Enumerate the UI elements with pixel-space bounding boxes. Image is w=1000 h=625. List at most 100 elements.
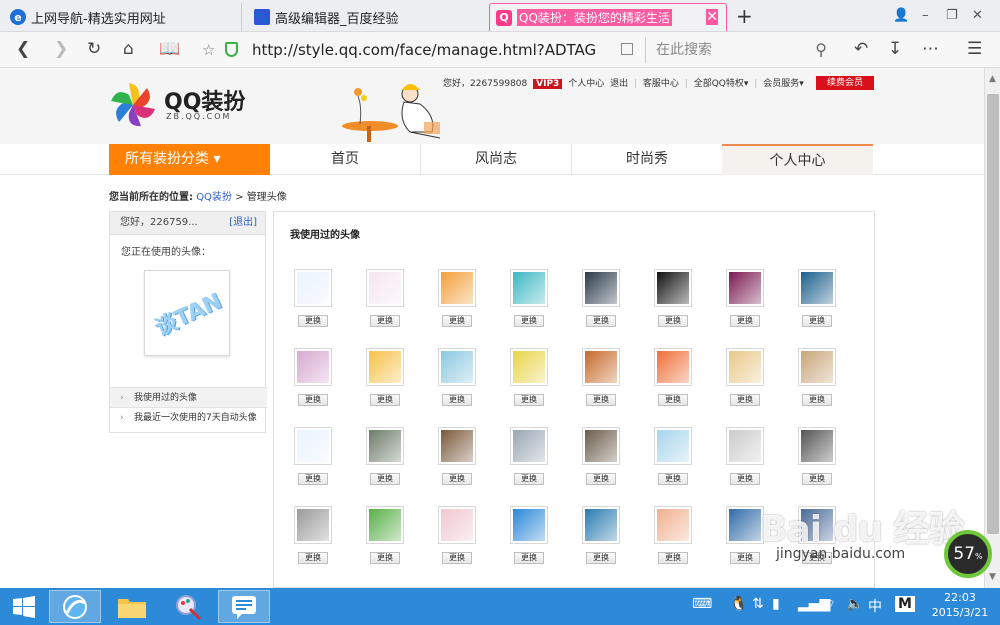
change-avatar-button[interactable]: 更换 — [802, 473, 832, 485]
new-tab-button[interactable]: + — [736, 4, 753, 28]
change-avatar-button[interactable]: 更换 — [370, 315, 400, 327]
windows-start-icon[interactable] — [0, 590, 48, 623]
reading-icon[interactable]: 📖 — [159, 40, 180, 58]
change-avatar-button[interactable]: 更换 — [442, 552, 472, 564]
user-icon[interactable]: 👤 — [893, 8, 909, 23]
breadcrumb-label: 您当前所在的位置: — [109, 192, 193, 203]
browser-icon[interactable] — [49, 590, 101, 623]
link-logout[interactable]: 退出 — [610, 79, 628, 89]
change-avatar-button[interactable]: 更换 — [586, 552, 616, 564]
change-avatar-button[interactable]: 更换 — [658, 552, 688, 564]
change-avatar-button[interactable]: 更换 — [514, 552, 544, 564]
change-avatar-button[interactable]: 更换 — [370, 394, 400, 406]
change-avatar-button[interactable]: 更换 — [730, 315, 760, 327]
nav-fashion-show[interactable]: 时尚秀 — [571, 144, 722, 175]
change-avatar-button[interactable]: 更换 — [730, 552, 760, 564]
ime-indicator[interactable]: 中 — [868, 596, 882, 616]
tab-hao-nav[interactable]: e 上网导航-精选实用网址 — [4, 3, 242, 31]
menu-icon[interactable]: ☰ — [967, 40, 982, 58]
home-icon[interactable]: ⌂ — [123, 40, 134, 58]
change-avatar-button[interactable]: 更换 — [298, 473, 328, 485]
link-customer-service[interactable]: 客服中心 — [643, 79, 679, 89]
link-member-service[interactable]: 会员服务▾ — [763, 79, 804, 89]
avatar-image — [801, 430, 833, 462]
change-avatar-button[interactable]: 更换 — [658, 315, 688, 327]
renew-vip-button[interactable]: 续费会员 — [816, 76, 874, 90]
link-all-privileges[interactable]: 全部QQ特权▾ — [694, 79, 749, 89]
qq-style-logo[interactable]: QQ装扮 ZB.QQ.COM — [108, 80, 253, 130]
folder-icon[interactable] — [106, 590, 158, 623]
nav-fashion-mag[interactable]: 风尚志 — [420, 144, 571, 175]
scrollbar-thumb[interactable] — [987, 94, 999, 534]
volume-icon[interactable]: 🔈 — [846, 596, 863, 612]
search-icon[interactable]: ⚲ — [815, 37, 827, 63]
qrcode-icon[interactable] — [621, 43, 633, 55]
breadcrumb-link[interactable]: QQ装扮 — [196, 192, 232, 203]
usb-icon[interactable]: ⇅ — [752, 596, 764, 612]
ime-mode-icon[interactable]: M — [895, 596, 915, 612]
change-avatar-button[interactable]: 更换 — [442, 394, 472, 406]
system-clock[interactable]: 22:03 2015/3/21 — [920, 590, 1000, 620]
change-avatar-button[interactable]: 更换 — [586, 315, 616, 327]
change-avatar-button[interactable]: 更换 — [802, 315, 832, 327]
undo-icon[interactable]: ↶ — [854, 40, 868, 58]
sidebar-item-used-avatars[interactable]: 我使用过的头像 — [110, 387, 267, 408]
sidebar-logout-link[interactable]: [退出] — [229, 212, 257, 234]
change-avatar-button[interactable]: 更换 — [514, 473, 544, 485]
change-avatar-button[interactable]: 更换 — [730, 473, 760, 485]
change-avatar-button[interactable]: 更换 — [514, 315, 544, 327]
paint-icon[interactable] — [162, 590, 214, 623]
download-icon[interactable]: ↧ — [888, 40, 902, 58]
site-header: QQ装扮 ZB.QQ.COM 您好，2267599808 VIP3 个人中心 退… — [0, 68, 984, 144]
change-avatar-button[interactable]: 更换 — [370, 473, 400, 485]
tab-qq-style[interactable]: Q QQ装扮：装扮您的精彩生活 ✕ — [489, 3, 727, 31]
change-avatar-button[interactable]: 更换 — [514, 394, 544, 406]
category-menu-button[interactable]: 所有装扮分类 ▾ — [109, 144, 270, 175]
change-avatar-button[interactable]: 更换 — [730, 394, 760, 406]
notes-icon[interactable] — [218, 590, 270, 623]
tab-baidu-editor[interactable]: 🐾 高级编辑器_百度经验 — [248, 3, 482, 31]
change-avatar-button[interactable]: 更换 — [586, 394, 616, 406]
link-personal-center[interactable]: 个人中心 — [568, 79, 604, 89]
sheet-music-avatar — [510, 427, 548, 465]
change-avatar-button[interactable]: 更换 — [442, 473, 472, 485]
keyboard-icon[interactable]: ⌨ — [692, 596, 712, 612]
avatar-image — [657, 351, 689, 383]
change-avatar-button[interactable]: 更换 — [370, 552, 400, 564]
search-input[interactable]: 在此搜索 ⚲ — [645, 37, 837, 63]
more-icon[interactable]: ⋯ — [922, 40, 939, 58]
scroll-up-icon[interactable]: ▲ — [989, 74, 996, 84]
nav-personal-center[interactable]: 个人中心 — [722, 144, 873, 175]
minimize-button[interactable]: – — [922, 8, 929, 23]
change-avatar-button[interactable]: 更换 — [658, 394, 688, 406]
change-avatar-button[interactable]: 更换 — [658, 473, 688, 485]
qq-tray-icon[interactable]: 🐧 — [730, 596, 747, 612]
power-icon[interactable]: ▮ — [772, 596, 780, 612]
nav-home[interactable]: 首页 — [270, 144, 420, 175]
vertical-scrollbar[interactable]: ▲ ▼ — [984, 68, 1000, 588]
scroll-down-icon[interactable]: ▼ — [989, 572, 996, 582]
change-avatar-button[interactable]: 更换 — [802, 394, 832, 406]
macarons-avatar — [294, 348, 332, 386]
change-avatar-button[interactable]: 更换 — [298, 394, 328, 406]
address-bar[interactable]: ☆ http://style.qq.com/face/manage.html?A… — [196, 37, 643, 63]
change-avatar-button[interactable]: 更换 — [298, 552, 328, 564]
close-window-button[interactable]: ✕ — [972, 8, 983, 23]
avatar-image — [441, 272, 473, 304]
change-avatar-button[interactable]: 更换 — [442, 315, 472, 327]
musical-notes-avatar — [582, 427, 620, 465]
change-avatar-button[interactable]: 更换 — [298, 315, 328, 327]
url-text[interactable]: http://style.qq.com/face/manage.html?ADT… — [252, 41, 596, 59]
restore-button[interactable]: ❐ — [946, 8, 958, 23]
back-icon[interactable]: ❮ — [16, 40, 30, 58]
forward-icon[interactable]: ❯ — [54, 40, 68, 58]
sidebar-item-7day-avatars[interactable]: 我最近一次使用的7天自动头像 — [110, 407, 267, 428]
blue-parrot-avatar — [510, 506, 548, 544]
avatar-image — [441, 351, 473, 383]
close-icon[interactable]: ✕ — [706, 9, 718, 25]
change-avatar-button[interactable]: 更换 — [586, 473, 616, 485]
network-icon[interactable]: ⌔ — [823, 596, 836, 614]
reload-icon[interactable]: ↻ — [87, 40, 101, 58]
network-speed-gauge[interactable]: 57% — [944, 530, 992, 578]
star-icon[interactable]: ☆ — [202, 41, 215, 59]
